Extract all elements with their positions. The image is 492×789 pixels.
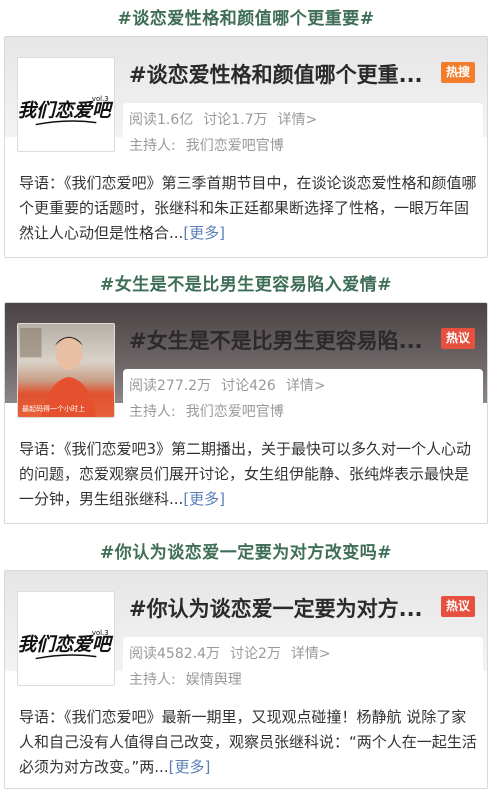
host-name[interactable]: 我们恋爱吧官博 [186,404,284,420]
intro-text: 导语：《我们恋爱吧》第三季首期节目中，在谈论谈恋爱性格和颜值哪个更重要的话题时，… [19,174,477,242]
topic-intro: 导语：《我们恋爱吧3》第二期播出，关于最快可以多久对一个人心动的问题，恋爱观察员… [19,437,477,512]
topic-title[interactable]: #女生是不是比男生更容易陷... [129,325,435,355]
topic-thumbnail[interactable]: 我们恋爱吧 vol.3 [17,57,115,152]
more-link[interactable]: [更多] [183,490,225,508]
more-link[interactable]: [更多] [183,224,225,242]
host-label: 主持人: [129,404,176,420]
topic-stats: 阅读277.2万 讨论426 详情> [129,375,336,395]
discuss-badge: 热议 [441,596,476,617]
topic-card[interactable]: 我们恋爱吧 vol.3 #谈恋爱性格和颜值哪个更重... 热搜 阅读1.6亿 讨论… [4,36,488,258]
topic-stats: 阅读1.6亿 讨论1.7万 详情> [129,109,327,129]
read-count: 阅读1.6亿 [129,112,194,128]
read-count: 阅读4582.4万 [129,646,220,662]
guest-photo: 最起码得一个小时上 [18,324,114,417]
host-name[interactable]: 娱情舆理 [186,672,242,688]
host-name[interactable]: 我们恋爱吧官博 [186,138,284,154]
intro-ellipsis: ... [154,758,169,776]
topic-intro: 导语：《我们恋爱吧》第三季首期节目中，在谈论谈恋爱性格和颜值哪个更重要的话题时，… [19,171,477,246]
topic-stats: 阅读4582.4万 讨论2万 详情> [129,643,341,663]
topic-thumbnail[interactable]: 最起码得一个小时上 [17,323,115,418]
discuss-badge: 热议 [441,328,476,349]
intro-text: 导语：《我们恋爱吧3》第二期播出，关于最快可以多久对一个人心动的问题，恋爱观察员… [19,440,472,508]
detail-link[interactable]: 详情> [278,112,318,128]
topic-card[interactable]: 最起码得一个小时上 #女生是不是比男生更容易陷... 热议 阅读277.2万 讨论… [4,302,488,524]
topic-title[interactable]: #谈恋爱性格和颜值哪个更重... [129,59,435,89]
host-label: 主持人: [129,672,176,688]
host-line: 主持人: 娱情舆理 [129,669,242,689]
section-title: #女生是不是比男生更容易陷入爱情# [100,275,392,295]
more-link[interactable]: [更多] [169,758,211,776]
discussion-count: 讨论1.7万 [203,112,268,128]
show-logo-icon: 我们恋爱吧 vol.3 [18,629,114,660]
show-logo-icon: 我们恋爱吧 vol.3 [18,95,114,126]
intro-ellipsis: ... [169,490,184,508]
section-title: #你认为谈恋爱一定要为对方改变吗# [100,543,392,563]
svg-text:vol.3: vol.3 [92,95,109,103]
hot-badge: 热搜 [441,62,476,83]
read-count: 阅读277.2万 [129,378,212,394]
topic-card[interactable]: 我们恋爱吧 vol.3 #你认为谈恋爱一定要为对方... 热议 阅读4582.4… [4,570,488,789]
topic-title[interactable]: #你认为谈恋爱一定要为对方... [129,593,435,623]
discussion-count: 讨论426 [221,378,276,394]
topic-thumbnail[interactable]: 我们恋爱吧 vol.3 [17,591,115,686]
detail-link[interactable]: 详情> [286,378,326,394]
svg-text:vol.3: vol.3 [92,629,109,637]
host-line: 主持人: 我们恋爱吧官博 [129,401,284,421]
topic-intro: 导语：《我们恋爱吧》最新一期里，又现观点碰撞！杨静航 说除了家人和自己没有人值得… [19,705,477,780]
host-line: 主持人: 我们恋爱吧官博 [129,135,284,155]
detail-link[interactable]: 详情> [291,646,331,662]
host-label: 主持人: [129,138,176,154]
discussion-count: 讨论2万 [230,646,281,662]
section-title: #谈恋爱性格和颜值哪个更重要# [117,9,375,29]
intro-ellipsis: ... [169,224,184,242]
photo-caption: 最起码得一个小时上 [22,405,85,413]
intro-text: 导语：《我们恋爱吧》最新一期里，又现观点碰撞！杨静航 说除了家人和自己没有人值得… [19,708,477,776]
